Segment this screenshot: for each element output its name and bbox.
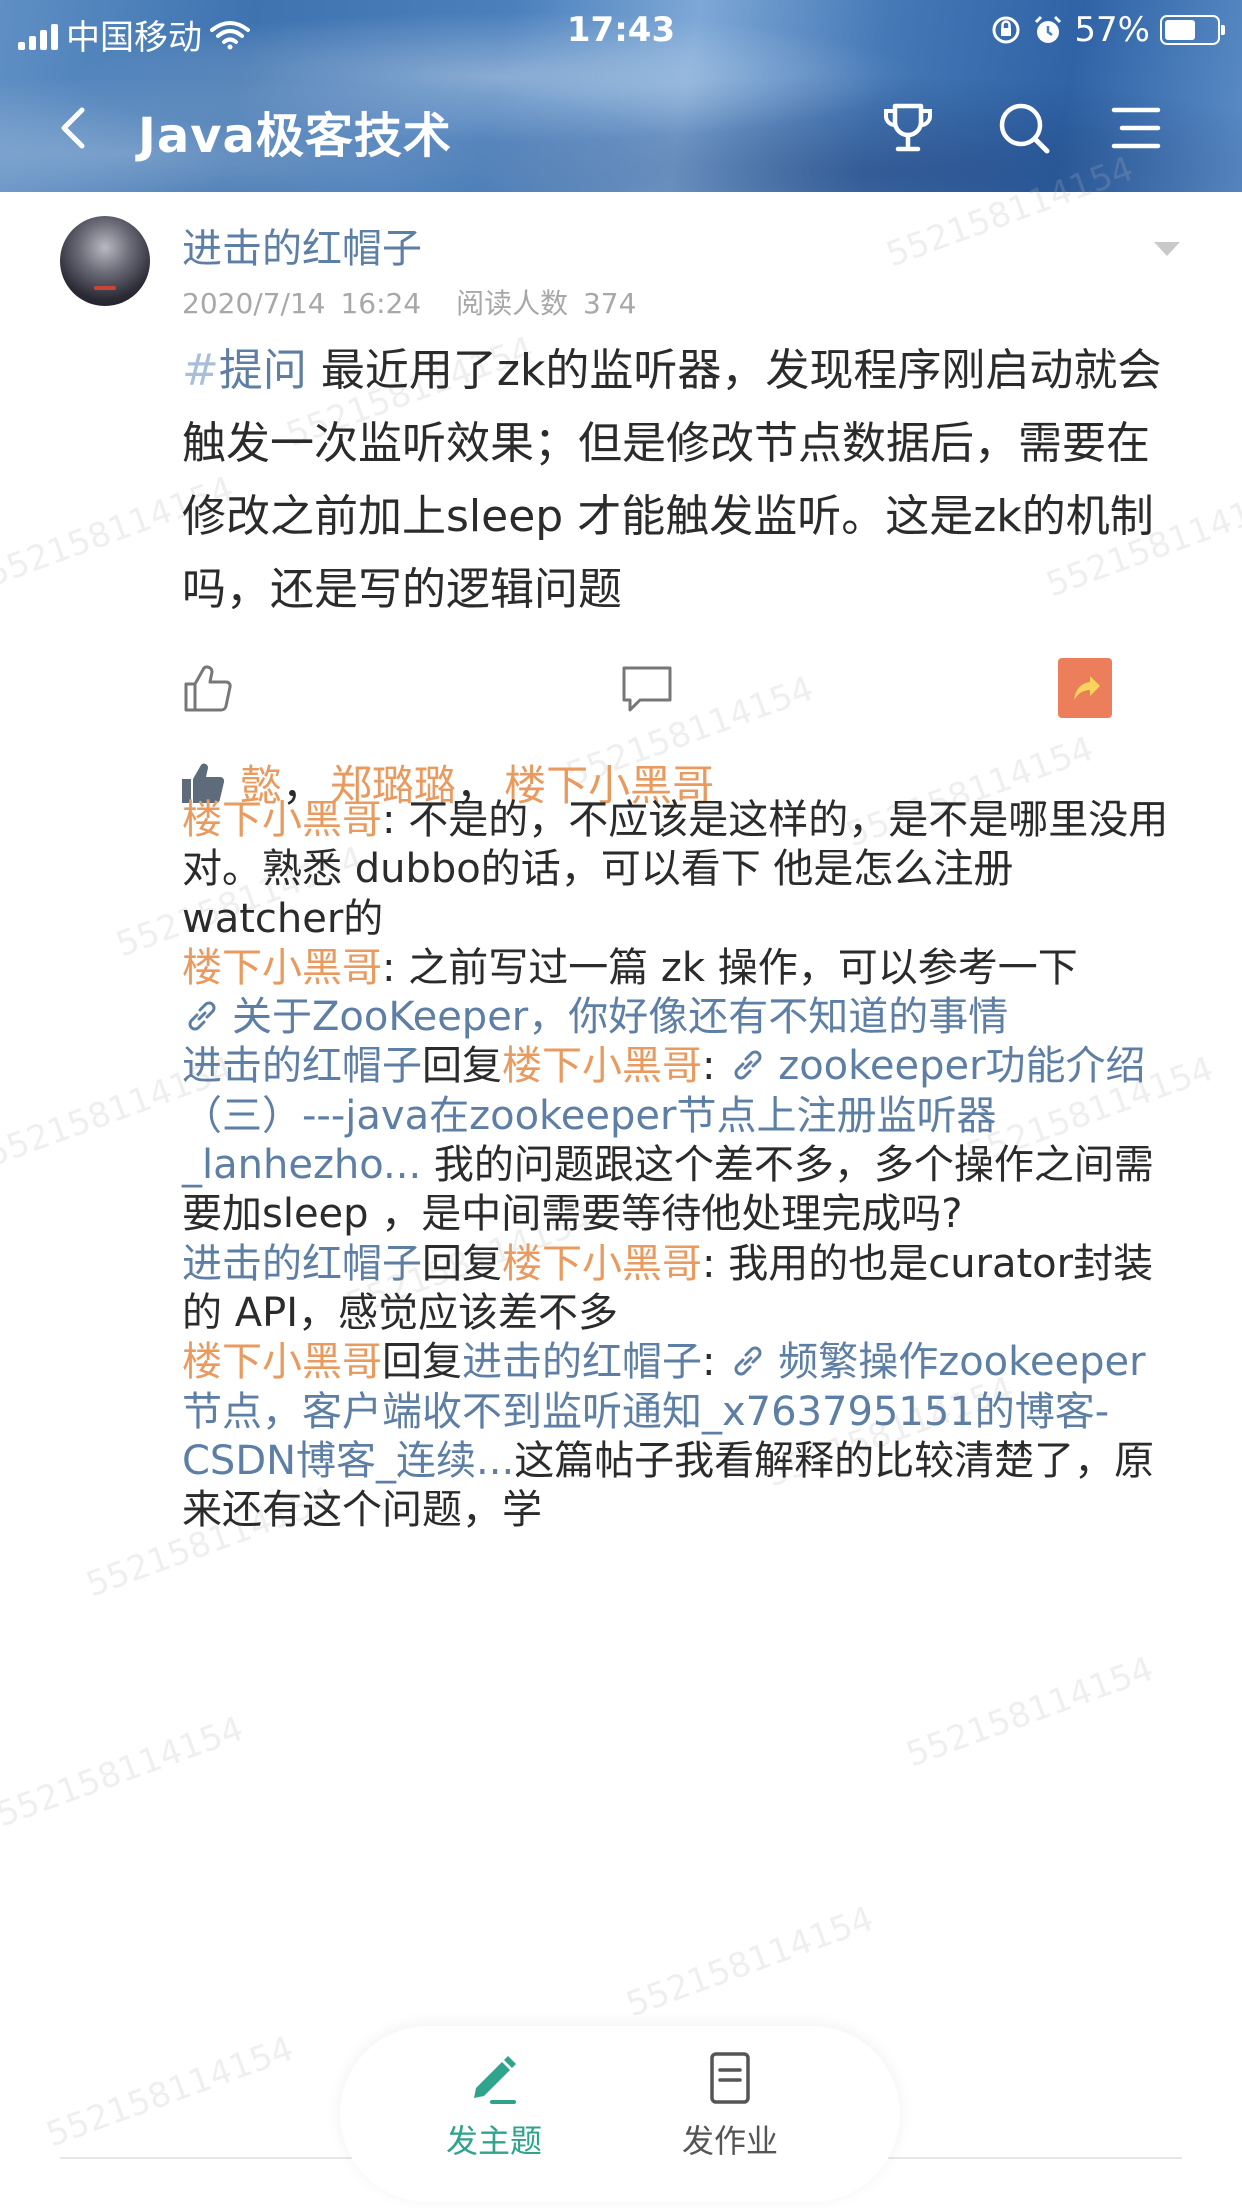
comment-item: 楼下小黑哥回复进击的红帽子: 频繁操作zookeeper节点，客户端收不到监听通… <box>182 1338 1172 1535</box>
rotation-lock-icon <box>992 16 1020 44</box>
hashtag-symbol: # <box>182 345 219 396</box>
comment-sep: : <box>702 1240 729 1287</box>
status-right: 57% <box>990 10 1225 50</box>
hashtag-link[interactable]: 提问 <box>219 345 307 396</box>
watermark: 552158114154 <box>900 1648 1159 1776</box>
menu-icon[interactable] <box>1106 98 1166 158</box>
comment-list: 楼下小黑哥: 不是的，不应该是这样的，是不是哪里没用对。熟悉 dubbo的话，可… <box>182 796 1172 1535</box>
comment-item: 楼下小黑哥: 不是的，不应该是这样的，是不是哪里没用对。熟悉 dubbo的话，可… <box>182 796 1172 944</box>
watermark: 552158114154 <box>40 2028 299 2156</box>
author-name[interactable]: 进击的红帽子 <box>182 216 422 274</box>
share-icon <box>1074 676 1100 700</box>
new-homework-button[interactable]: 发作业 <box>630 2048 830 2162</box>
post-meta: 2020/7/14 16:24 阅读人数 374 <box>182 282 636 322</box>
share-button[interactable] <box>1058 658 1112 718</box>
comment-sep: : <box>702 1339 729 1386</box>
comment-icon[interactable] <box>620 664 674 714</box>
comment-link[interactable]: 关于ZooKeeper，你好像还有不知道的事情 <box>182 993 1172 1042</box>
comment-sep: : <box>702 1043 729 1090</box>
watermark: 552158114154 <box>620 1898 879 2026</box>
read-count: 阅读人数 374 <box>456 287 637 320</box>
document-icon <box>710 2052 750 2104</box>
comment-author[interactable]: 楼下小黑哥 <box>182 1339 382 1385</box>
reply-word: 回复 <box>422 1240 502 1287</box>
topic-detail: 552158114154 552158114154 552158114154 5… <box>0 149 1242 2208</box>
new-homework-label: 发作业 <box>681 2122 778 2160</box>
battery-percent: 57% <box>1074 10 1150 50</box>
comment-author[interactable]: 楼下小黑哥 <box>182 945 382 991</box>
comment-item: 楼下小黑哥: 之前写过一篇 zk 操作，可以参考一下 <box>182 944 1172 993</box>
reply-target[interactable]: 进击的红帽子 <box>462 1339 702 1385</box>
reply-target[interactable]: 楼下小黑哥 <box>502 1241 702 1287</box>
comment-item: 进击的红帽子回复楼下小黑哥: zookeeper功能介绍（三）---java在z… <box>182 1042 1172 1239</box>
link-text[interactable]: 关于ZooKeeper，你好像还有不知道的事情 <box>232 994 1008 1040</box>
alarm-icon <box>1035 15 1062 43</box>
comment-author[interactable]: 楼下小黑哥 <box>182 797 382 843</box>
back-icon[interactable] <box>44 98 104 158</box>
more-options-icon[interactable] <box>1154 242 1180 256</box>
post-text: 最近用了zk的监听器，发现程序刚启动就会触发一次监听效果；但是修改节点数据后，需… <box>182 345 1162 615</box>
trophy-icon[interactable] <box>878 98 938 158</box>
comment-item: 进击的红帽子回复楼下小黑哥: 我用的也是curator封装的 API，感觉应该差… <box>182 1240 1172 1339</box>
new-topic-button[interactable]: 发主题 <box>394 2048 594 2162</box>
link-icon <box>734 1346 762 1376</box>
like-icon[interactable] <box>182 662 234 714</box>
battery-icon <box>1160 15 1225 45</box>
link-icon <box>188 1001 216 1031</box>
comment-author[interactable]: 进击的红帽子 <box>182 1043 422 1089</box>
link-icon <box>734 1051 762 1080</box>
post-date: 2020/7/14 16:24 <box>182 287 422 320</box>
reply-word: 回复 <box>382 1339 462 1386</box>
bottom-action-bar: 发主题 发作业 <box>340 2026 900 2202</box>
status-bar: 中国移动 17:43 57% <box>0 0 1242 64</box>
comment-sep: : <box>382 797 409 843</box>
reply-target[interactable]: 楼下小黑哥 <box>502 1043 702 1089</box>
page-title: Java极客技术 <box>138 108 452 164</box>
comment-author[interactable]: 进击的红帽子 <box>182 1241 422 1287</box>
reply-word: 回复 <box>422 1043 502 1090</box>
post-body: #提问 最近用了zk的监听器，发现程序刚启动就会触发一次监听效果；但是修改节点数… <box>182 334 1172 626</box>
search-icon[interactable] <box>994 98 1054 158</box>
pencil-icon <box>474 2056 516 2104</box>
watermark: 552158114154 <box>0 1708 249 1836</box>
navigation-bar: Java极客技术 <box>0 64 1242 192</box>
comment-text: 之前写过一篇 zk 操作，可以参考一下 <box>408 944 1078 991</box>
new-topic-label: 发主题 <box>445 2122 542 2160</box>
header: 中国移动 17:43 57% Java极客技术 <box>0 0 1242 192</box>
avatar[interactable] <box>60 216 150 306</box>
comment-sep: : <box>382 944 409 991</box>
